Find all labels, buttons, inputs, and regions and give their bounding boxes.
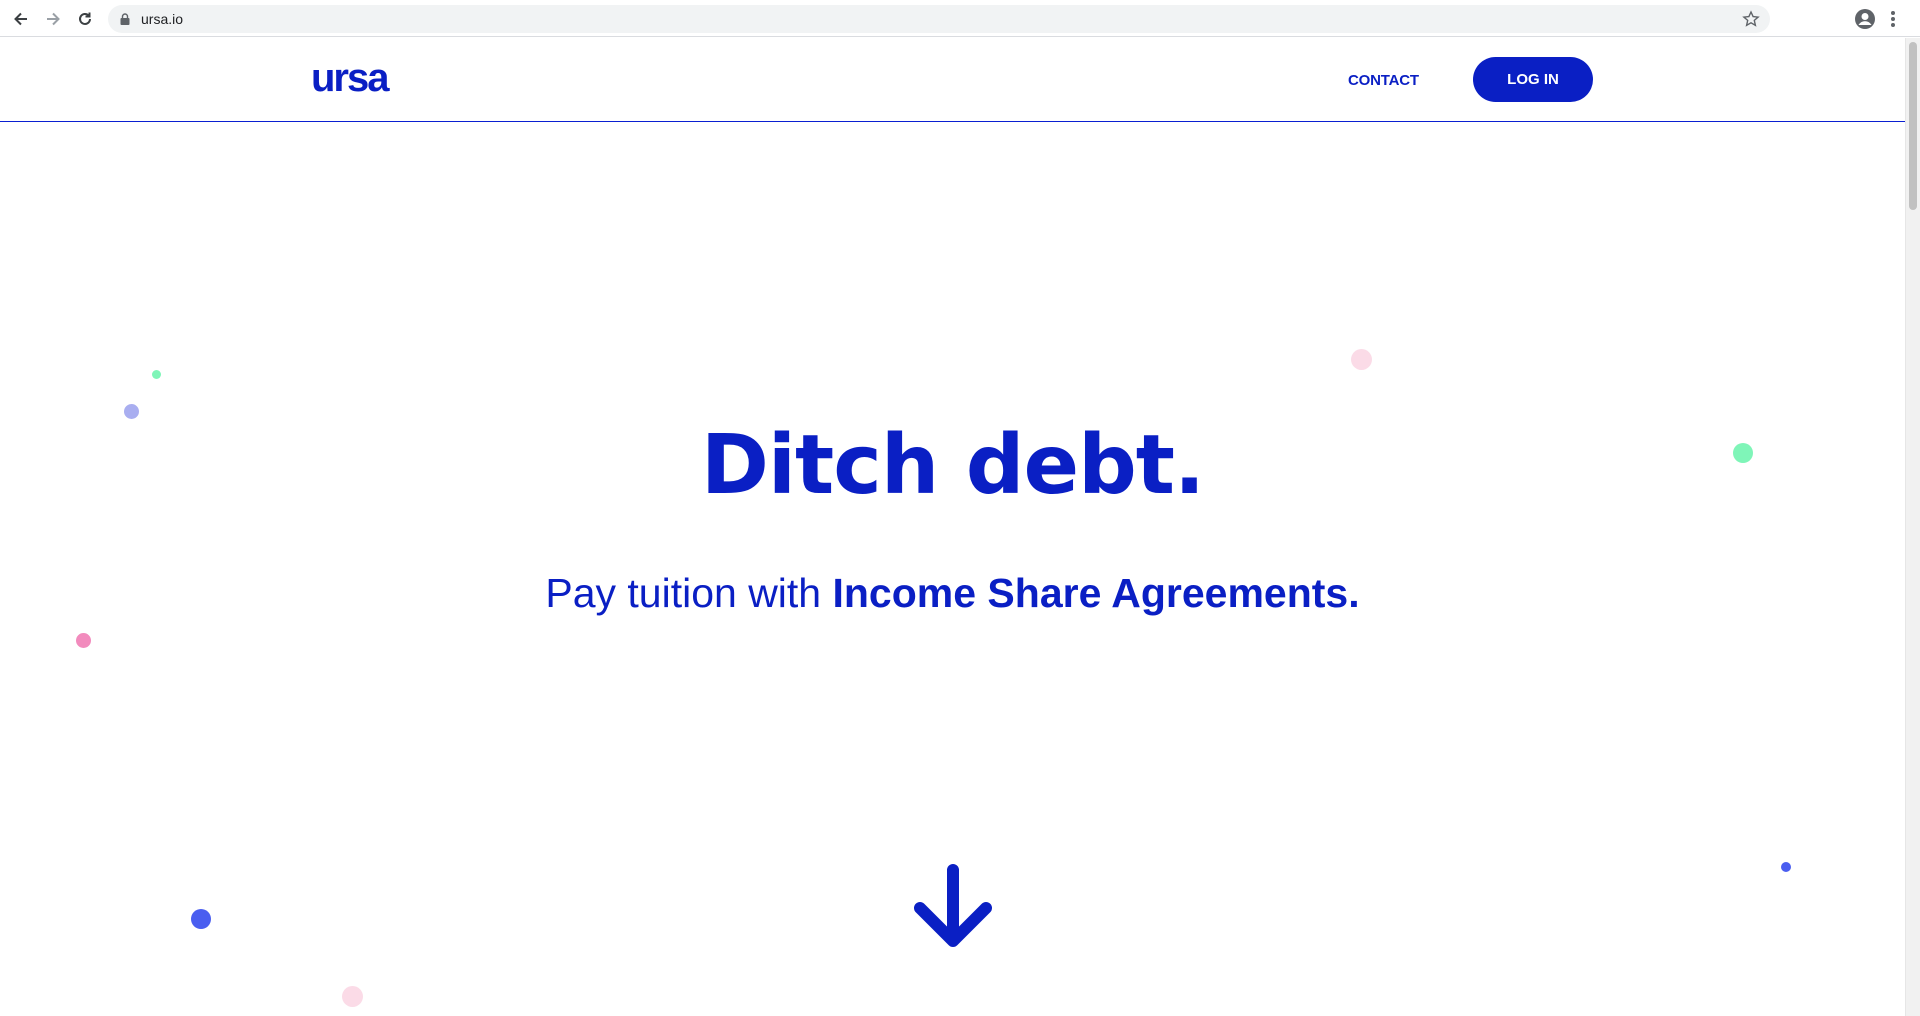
lock-icon bbox=[120, 13, 130, 25]
ursa-logo[interactable]: ursa bbox=[311, 56, 389, 101]
hero-subtitle-prefix: Pay tuition with bbox=[545, 570, 833, 616]
browser-toolbar: ursa.io bbox=[0, 0, 1920, 37]
back-button[interactable] bbox=[9, 7, 33, 31]
page-viewport: ursa CONTACT LOG IN Ditch debt. Pay tuit… bbox=[0, 38, 1905, 1016]
decorative-dot bbox=[191, 909, 211, 929]
forward-arrow-icon bbox=[47, 12, 60, 26]
back-arrow-icon bbox=[14, 12, 27, 26]
site-header: ursa CONTACT LOG IN bbox=[0, 38, 1905, 122]
decorative-dot bbox=[1733, 443, 1753, 463]
bookmark-star-icon[interactable] bbox=[1742, 10, 1760, 28]
hero-title: Ditch debt. bbox=[700, 418, 1205, 513]
decorative-dot bbox=[152, 370, 161, 379]
profile-icon[interactable] bbox=[1854, 8, 1876, 30]
decorative-dot bbox=[1351, 349, 1372, 370]
reload-button[interactable] bbox=[73, 7, 97, 31]
scrollbar-thumb[interactable] bbox=[1909, 42, 1917, 210]
hero-subtitle-emphasis: Income Share Agreements. bbox=[832, 570, 1360, 616]
reload-icon bbox=[79, 12, 91, 25]
decorative-dot bbox=[76, 633, 91, 648]
scroll-down-arrow-icon[interactable] bbox=[912, 864, 994, 950]
url-text: ursa.io bbox=[141, 11, 184, 27]
hero-subtitle: Pay tuition with Income Share Agreements… bbox=[0, 570, 1905, 617]
scrollbar[interactable] bbox=[1905, 38, 1920, 1016]
decorative-dot bbox=[1781, 862, 1791, 872]
kebab-menu-icon[interactable] bbox=[1886, 8, 1900, 30]
contact-link[interactable]: CONTACT bbox=[1348, 72, 1419, 89]
decorative-dot bbox=[124, 404, 139, 419]
address-bar[interactable]: ursa.io bbox=[108, 5, 1770, 33]
login-button[interactable]: LOG IN bbox=[1473, 57, 1593, 102]
decorative-dot bbox=[342, 986, 363, 1007]
forward-button[interactable] bbox=[41, 7, 65, 31]
